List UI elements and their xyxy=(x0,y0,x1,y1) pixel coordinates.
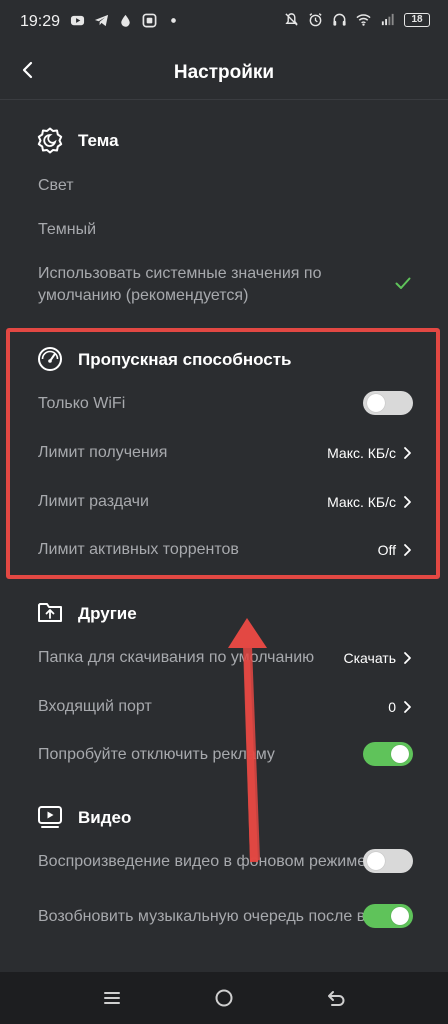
menu-icon[interactable] xyxy=(100,986,124,1010)
wifi-icon xyxy=(356,14,371,26)
disable-ads-toggle[interactable] xyxy=(363,742,413,766)
dot-icon xyxy=(171,18,176,23)
toggle-knob xyxy=(391,907,409,925)
system-nav-bar xyxy=(0,972,448,1024)
background-play-label: Воспроизведение видео в фоновом режиме xyxy=(38,853,367,870)
download-folder-text: Скачать xyxy=(343,650,397,666)
folder-download-icon xyxy=(38,603,62,622)
app-header: Настройки xyxy=(0,44,448,100)
toggle-knob xyxy=(367,852,385,870)
status-icons-right: 18 xyxy=(284,12,430,27)
theme-gear-icon xyxy=(37,127,63,154)
headphones-icon xyxy=(333,13,346,26)
incoming-port-text: 0 xyxy=(388,699,396,715)
video-section-title: Видео xyxy=(78,808,132,827)
incoming-port-label[interactable]: Входящий порт xyxy=(38,696,152,718)
page-title: Настройки xyxy=(173,62,275,83)
incoming-port-value[interactable]: 0 xyxy=(388,699,412,715)
theme-option-system[interactable]: Использовать системные значения по умолч… xyxy=(38,263,373,307)
theme-section-title: Тема xyxy=(78,131,119,150)
other-section-title: Другие xyxy=(78,604,137,623)
status-bar: 19:29 18 xyxy=(0,0,448,44)
toggle-knob xyxy=(391,745,409,763)
telegram-icon xyxy=(94,14,109,27)
background-play-toggle[interactable] xyxy=(363,849,413,873)
battery-indicator: 18 xyxy=(404,12,430,27)
status-time: 19:29 xyxy=(20,13,61,30)
back-nav-icon[interactable] xyxy=(324,986,348,1010)
chevron-right-icon xyxy=(404,701,411,713)
annotation-highlight-box xyxy=(6,328,440,579)
youtube-icon xyxy=(70,15,85,26)
home-icon[interactable] xyxy=(212,986,236,1010)
alarm-icon xyxy=(309,13,322,27)
theme-option-dark[interactable]: Темный xyxy=(38,219,96,241)
chevron-right-icon xyxy=(404,652,411,664)
drop-icon xyxy=(121,14,130,27)
check-icon xyxy=(395,277,411,289)
app-icon xyxy=(142,13,157,28)
mute-icon xyxy=(285,13,298,26)
video-play-icon xyxy=(38,806,62,828)
disable-ads-label: Попробуйте отключить рекламу xyxy=(38,746,275,763)
resume-music-toggle[interactable] xyxy=(363,904,413,928)
download-folder-label[interactable]: Папка для скачивания по умолчанию xyxy=(38,647,338,669)
signal-icon xyxy=(381,13,394,26)
download-folder-value[interactable]: Скачать xyxy=(344,650,413,666)
status-icons-left xyxy=(70,13,181,28)
theme-option-light[interactable]: Свет xyxy=(38,175,74,197)
